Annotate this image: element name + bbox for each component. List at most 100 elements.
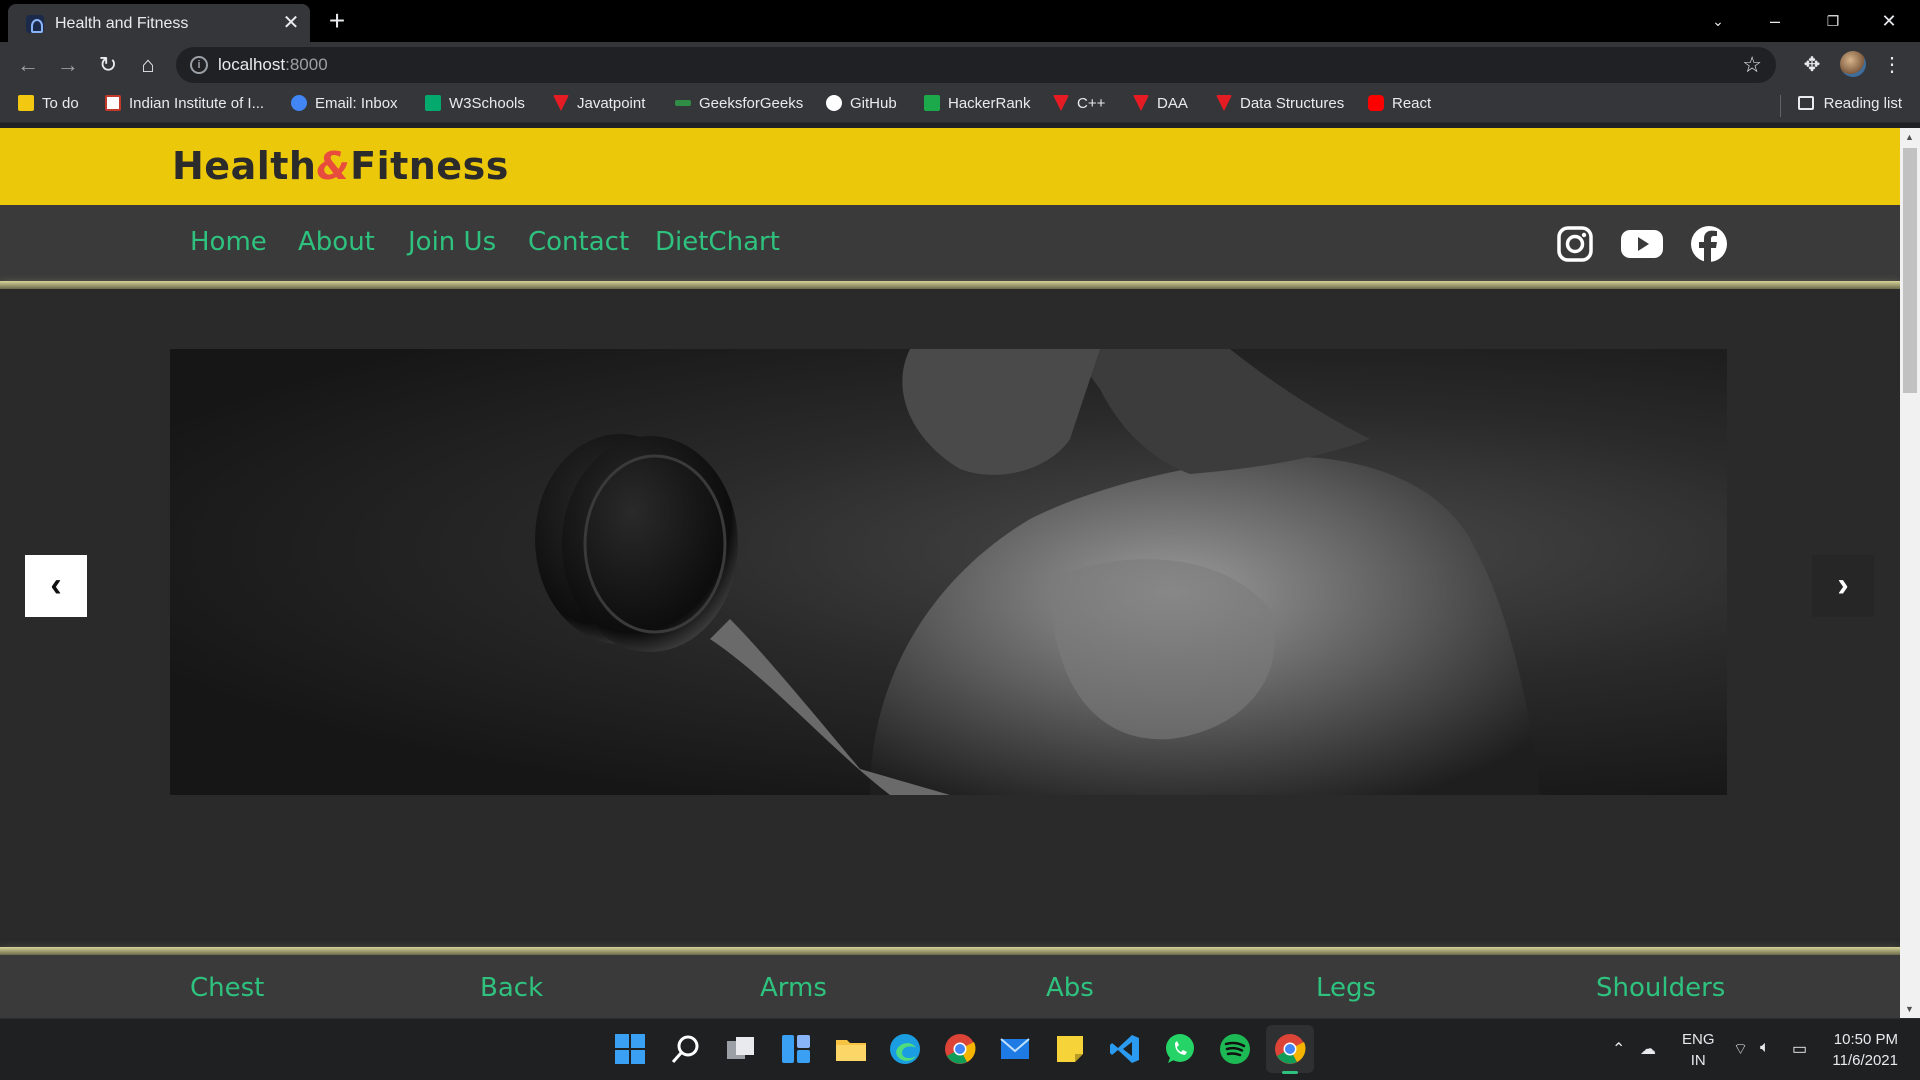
chrome-icon[interactable]	[943, 1032, 977, 1066]
sticky-notes-icon[interactable]	[1053, 1032, 1087, 1066]
spotify-icon[interactable]	[1218, 1032, 1252, 1066]
todo-icon	[18, 95, 34, 111]
onedrive-icon[interactable]: ☁	[1640, 1039, 1656, 1059]
close-window-button[interactable]: ✕	[1866, 6, 1912, 36]
tab-title: Health and Fitness	[55, 15, 189, 32]
site-info-icon[interactable]: i	[190, 56, 208, 74]
scrollbar-thumb[interactable]	[1903, 148, 1917, 393]
nav-join-us[interactable]: Join Us	[408, 227, 496, 257]
bookmark-email[interactable]: Email: Inbox	[291, 95, 398, 117]
address-bar[interactable]: i localhost:8000 ☆	[176, 47, 1776, 83]
extensions-icon[interactable]: ✥	[1796, 49, 1828, 81]
facebook-icon[interactable]	[1690, 225, 1728, 263]
volume-icon[interactable]: 🔈︎	[1760, 1039, 1770, 1057]
wifi-icon[interactable]: ⌔	[1733, 1039, 1748, 1059]
home-icon[interactable]: ⌂	[132, 49, 164, 81]
browser-tab-strip: Health and Fitness ✕ + ⌄ – ❐ ✕	[0, 0, 1920, 42]
whatsapp-icon[interactable]	[1163, 1032, 1197, 1066]
language-indicator[interactable]: ENG IN	[1682, 1029, 1715, 1071]
category-shoulders[interactable]: Shoulders	[1596, 973, 1725, 1003]
lang-code: ENG	[1682, 1031, 1715, 1048]
reading-list-button[interactable]: Reading list	[1797, 95, 1902, 112]
mail-icon[interactable]	[998, 1032, 1032, 1066]
nav-divider-glow	[0, 281, 1900, 289]
hackerrank-icon	[924, 95, 940, 111]
back-icon[interactable]: ←	[12, 49, 44, 81]
bookmark-indian-institute[interactable]: Indian Institute of I...	[105, 95, 264, 117]
javatpoint-icon	[1216, 95, 1232, 111]
chrome-active-icon	[1275, 1034, 1306, 1064]
system-clock[interactable]: 10:50 PM 11/6/2021	[1832, 1029, 1898, 1071]
nav-contact[interactable]: Contact	[528, 227, 629, 257]
vscode-icon[interactable]	[1108, 1032, 1142, 1066]
bodybuilder-image	[535, 349, 1540, 795]
bookmark-to-do[interactable]: To do	[18, 95, 79, 117]
bookmark-geeksforgeeks[interactable]: GeeksforGeeks	[675, 95, 803, 117]
category-divider-glow	[0, 947, 1900, 955]
close-tab-icon[interactable]: ✕	[280, 12, 302, 34]
instagram-icon[interactable]	[1556, 225, 1594, 263]
reading-list-icon	[1797, 96, 1814, 110]
clock-date: 11/6/2021	[1832, 1052, 1898, 1069]
browser-toolbar: ← → ↻ ⌂ i localhost:8000 ☆ ✥ ⋮	[0, 42, 1920, 87]
browser-tab[interactable]: Health and Fitness ✕	[8, 4, 310, 42]
nav-about[interactable]: About	[298, 227, 375, 257]
widgets-icon[interactable]	[779, 1032, 813, 1066]
show-hidden-icons[interactable]: ⌃	[1612, 1039, 1625, 1059]
brand-header: Health&Fitness	[0, 128, 1900, 205]
windows-taskbar: ⌃ ☁ ENG IN ⌔ 🔈︎ ▭ 10:50 PM 11/6/2021	[0, 1018, 1920, 1080]
site-favicon-icon	[26, 15, 44, 33]
bookmark-data-structures[interactable]: Data Structures	[1216, 95, 1344, 117]
javatpoint-icon	[1053, 95, 1069, 111]
bookmark-daa[interactable]: DAA	[1133, 95, 1188, 117]
category-arms[interactable]: Arms	[760, 973, 827, 1003]
clock-time: 10:50 PM	[1833, 1031, 1898, 1048]
minimize-button[interactable]: –	[1752, 6, 1798, 36]
reload-icon[interactable]: ↻	[92, 49, 124, 81]
institute-icon	[105, 95, 121, 111]
bookmark-cpp[interactable]: C++	[1053, 95, 1105, 117]
bookmark-javatpoint[interactable]: Javatpoint	[553, 95, 645, 117]
browser-menu-icon[interactable]: ⋮	[1876, 49, 1908, 81]
search-icon[interactable]	[669, 1032, 703, 1066]
carousel-prev-button[interactable]: ‹	[25, 555, 87, 617]
github-icon	[826, 95, 842, 111]
file-explorer-icon[interactable]	[834, 1032, 868, 1066]
youtube-icon[interactable]	[1620, 225, 1664, 263]
nav-home[interactable]: Home	[190, 227, 267, 257]
task-view-icon[interactable]	[724, 1032, 758, 1066]
lang-region: IN	[1690, 1052, 1706, 1069]
bookmark-w3schools[interactable]: W3Schools	[425, 95, 525, 117]
site-logo[interactable]: Health&Fitness	[172, 144, 509, 188]
edge-icon[interactable]	[888, 1032, 922, 1066]
main-navigation: Home About Join Us Contact DietChart	[0, 205, 1900, 281]
url-text[interactable]: localhost:8000	[218, 55, 328, 75]
scroll-up-icon[interactable]: ▲	[1905, 132, 1914, 142]
geeksforgeeks-icon	[675, 100, 691, 106]
tab-search-icon[interactable]: ⌄	[1695, 6, 1741, 36]
workout-category-nav: Chest Back Arms Abs Legs Shoulders	[0, 955, 1900, 1018]
category-legs[interactable]: Legs	[1316, 973, 1376, 1003]
nav-dietchart[interactable]: DietChart	[655, 227, 780, 257]
new-tab-button[interactable]: +	[322, 6, 352, 36]
page-scrollbar[interactable]: ▲ ▼	[1900, 128, 1920, 1018]
web-page: Health&Fitness Home About Join Us Contac…	[0, 128, 1900, 1018]
battery-icon[interactable]: ▭	[1792, 1039, 1807, 1059]
bookmark-hackerrank[interactable]: HackerRank	[924, 95, 1031, 117]
bookmarks-divider	[1780, 95, 1781, 117]
youtube-icon	[1368, 95, 1384, 111]
carousel-next-button[interactable]: ›	[1812, 555, 1874, 617]
category-abs[interactable]: Abs	[1046, 973, 1094, 1003]
forward-icon[interactable]: →	[52, 49, 84, 81]
bookmark-star-icon[interactable]: ☆	[1742, 52, 1762, 78]
scroll-down-icon[interactable]: ▼	[1905, 1004, 1914, 1014]
hero-carousel-image	[170, 349, 1727, 795]
restore-button[interactable]: ❐	[1810, 6, 1856, 36]
bookmark-react[interactable]: React	[1368, 95, 1431, 117]
category-back[interactable]: Back	[480, 973, 543, 1003]
bookmark-github[interactable]: GitHub	[826, 95, 897, 117]
start-icon[interactable]	[613, 1032, 647, 1066]
category-chest[interactable]: Chest	[190, 973, 264, 1003]
profile-avatar[interactable]	[1840, 51, 1866, 77]
w3schools-icon	[425, 95, 441, 111]
